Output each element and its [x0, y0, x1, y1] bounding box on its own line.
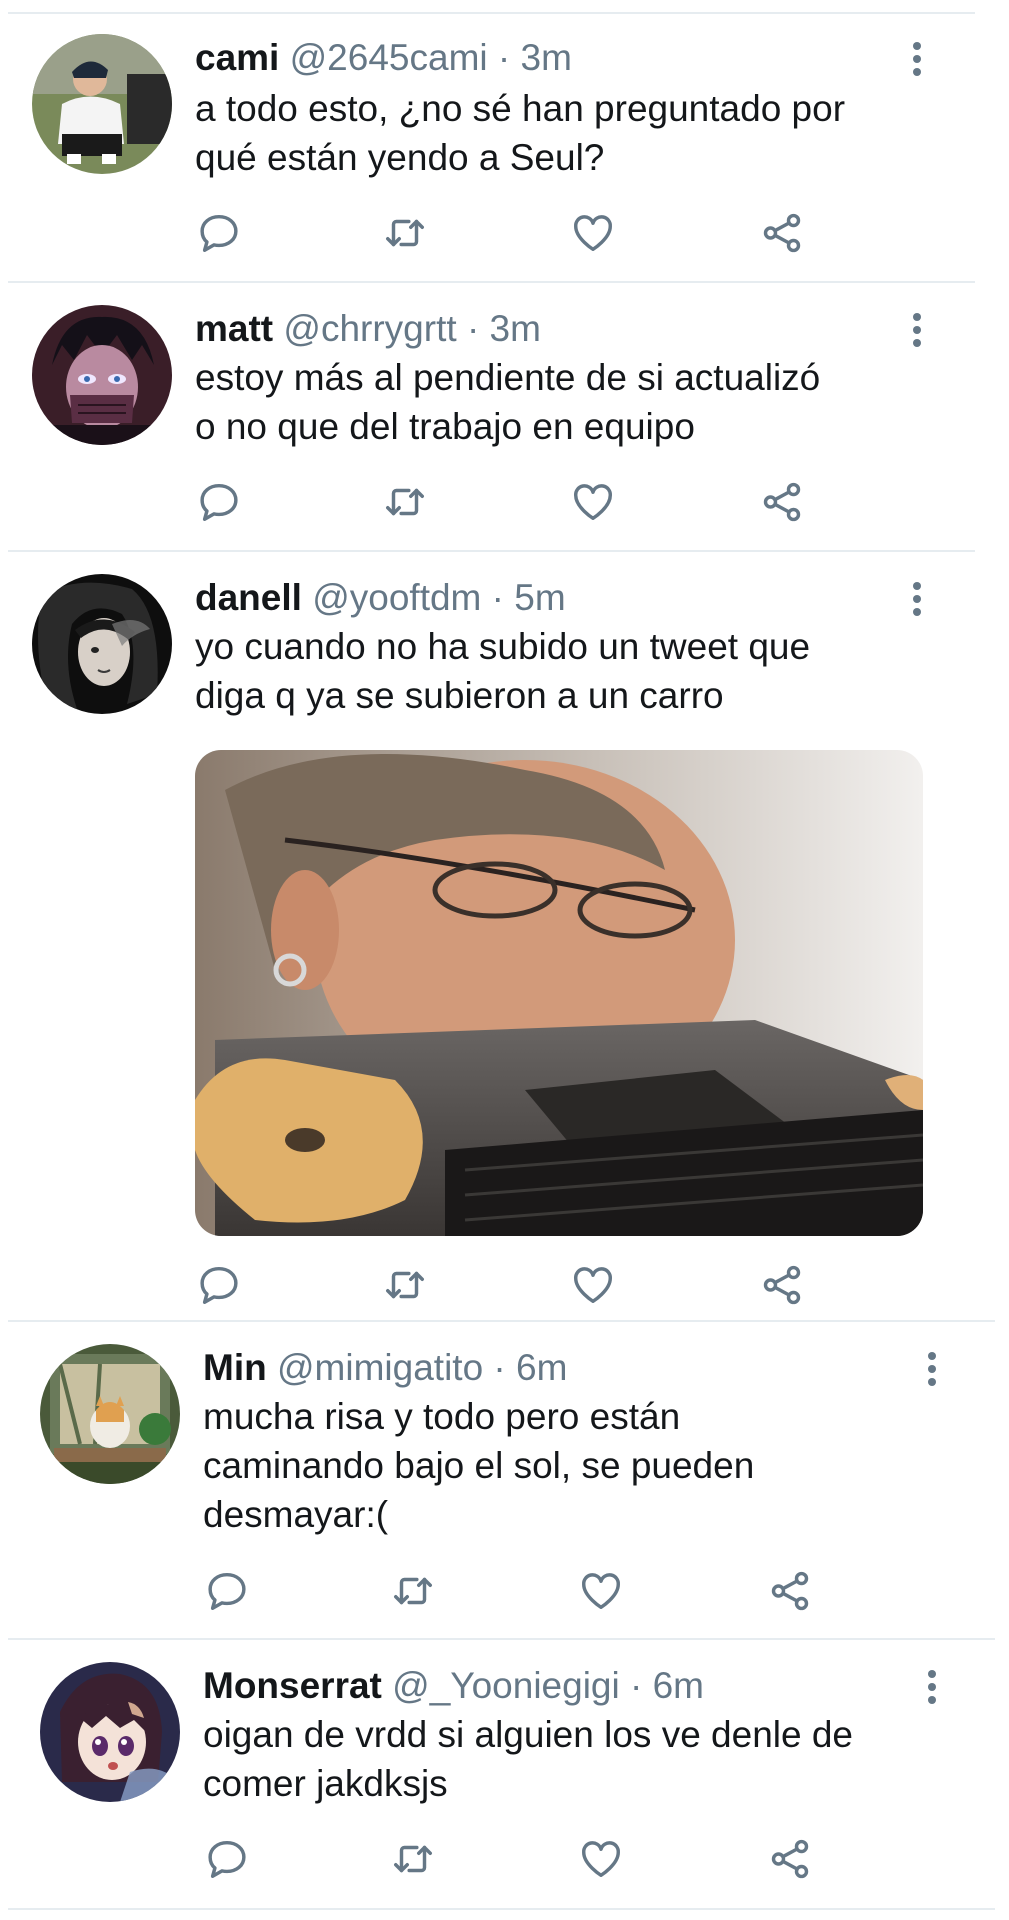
display-name[interactable]: matt: [195, 308, 273, 349]
timestamp[interactable]: 6m: [653, 1665, 704, 1706]
tweet-text-line: desmayar:(: [203, 1494, 389, 1535]
share-icon[interactable]: [767, 1568, 817, 1618]
more-options-icon[interactable]: [922, 1352, 942, 1392]
avatar[interactable]: [40, 1662, 180, 1802]
display-name[interactable]: cami: [195, 37, 279, 78]
separator: ·: [466, 308, 480, 349]
more-options-icon[interactable]: [907, 42, 927, 82]
reply-icon[interactable]: [204, 1568, 254, 1618]
separator: ·: [497, 37, 511, 78]
like-icon[interactable]: [578, 1836, 628, 1886]
tweet-text: estoy más al pendiente de si actualizó o…: [195, 353, 935, 451]
tweet[interactable]: matt @chrrygrtt · 3m estoy más al pendie…: [0, 283, 1009, 553]
username[interactable]: @yooftdm: [312, 577, 481, 618]
reply-icon[interactable]: [196, 479, 246, 529]
tweet-text-line: diga q ya se subieron a un carro: [195, 675, 724, 716]
avatar[interactable]: [32, 34, 172, 174]
tweet-header: matt @chrrygrtt · 3m: [195, 307, 541, 351]
tweet-actions: [196, 1262, 816, 1312]
share-icon[interactable]: [759, 1262, 809, 1312]
avatar[interactable]: [32, 574, 172, 714]
separator: ·: [491, 577, 504, 618]
more-options-icon[interactable]: [922, 1670, 942, 1710]
tweet-text: yo cuando no ha subido un tweet que diga…: [195, 622, 935, 720]
tweet-header: Min @mimigatito · 6m: [203, 1346, 567, 1390]
retweet-icon[interactable]: [382, 479, 432, 529]
tweet-text-line: mucha risa y todo pero están: [203, 1396, 681, 1437]
timestamp[interactable]: 6m: [516, 1347, 567, 1388]
tweet[interactable]: Monserrat @_Yooniegigi · 6m oigan de vrd…: [0, 1640, 1009, 1920]
like-icon[interactable]: [570, 210, 620, 260]
retweet-icon[interactable]: [390, 1836, 440, 1886]
avatar[interactable]: [32, 305, 172, 445]
tweet[interactable]: danell @yooftdm · 5m yo cuando no ha sub…: [0, 552, 1009, 1312]
tweet-text-line: qué están yendo a Seul?: [195, 137, 605, 178]
separator: ·: [493, 1347, 506, 1388]
display-name[interactable]: danell: [195, 577, 302, 618]
tweet-header: danell @yooftdm · 5m: [195, 576, 566, 620]
timestamp[interactable]: 3m: [521, 37, 572, 78]
tweet-text-line: estoy más al pendiente de si actualizó: [195, 357, 821, 398]
like-icon[interactable]: [578, 1568, 628, 1618]
timestamp[interactable]: 5m: [514, 577, 565, 618]
username[interactable]: @2645cami: [290, 37, 488, 78]
tweet-text: mucha risa y todo pero están caminando b…: [203, 1392, 943, 1539]
display-name[interactable]: Min: [203, 1347, 267, 1388]
share-icon[interactable]: [767, 1836, 817, 1886]
tweet[interactable]: cami @2645cami · 3m a todo esto, ¿no sé …: [0, 0, 1009, 280]
reply-icon[interactable]: [196, 1262, 246, 1312]
share-icon[interactable]: [759, 210, 809, 260]
username[interactable]: @chrrygrtt: [283, 308, 456, 349]
tweet-text-line: o no que del trabajo en equipo: [195, 406, 695, 447]
tweet-actions: [204, 1568, 824, 1618]
tweet-actions: [196, 210, 816, 260]
share-icon[interactable]: [759, 479, 809, 529]
like-icon[interactable]: [570, 1262, 620, 1312]
retweet-icon[interactable]: [382, 1262, 432, 1312]
avatar[interactable]: [40, 1344, 180, 1484]
reply-icon[interactable]: [196, 210, 246, 260]
retweet-icon[interactable]: [382, 210, 432, 260]
username[interactable]: @_Yooniegigi: [392, 1665, 620, 1706]
username[interactable]: @mimigatito: [277, 1347, 483, 1388]
tweet-media-image[interactable]: [195, 750, 923, 1236]
tweet-text-line: comer jakdksjs: [203, 1763, 448, 1804]
tweet-text: a todo esto, ¿no sé han preguntado por q…: [195, 84, 935, 182]
timestamp[interactable]: 3m: [490, 308, 541, 349]
like-icon[interactable]: [570, 479, 620, 529]
tweet-actions: [196, 479, 816, 529]
tweet[interactable]: Min @mimigatito · 6m mucha risa y todo p…: [0, 1322, 1009, 1642]
more-options-icon[interactable]: [907, 313, 927, 353]
tweet-actions: [204, 1836, 824, 1886]
tweet-text-line: caminando bajo el sol, se pueden: [203, 1445, 755, 1486]
tweet-header: cami @2645cami · 3m: [195, 36, 572, 80]
divider: [8, 1908, 995, 1910]
retweet-icon[interactable]: [390, 1568, 440, 1618]
separator: ·: [630, 1665, 643, 1706]
tweet-header: Monserrat @_Yooniegigi · 6m: [203, 1664, 704, 1708]
display-name[interactable]: Monserrat: [203, 1665, 382, 1706]
tweet-text: oigan de vrdd si alguien los ve denle de…: [203, 1710, 943, 1808]
reply-icon[interactable]: [204, 1836, 254, 1886]
more-options-icon[interactable]: [907, 582, 927, 622]
tweet-text-line: yo cuando no ha subido un tweet que: [195, 626, 811, 667]
tweet-text-line: oigan de vrdd si alguien los ve denle de: [203, 1714, 854, 1755]
tweet-text-line: a todo esto, ¿no sé han preguntado por: [195, 88, 846, 129]
